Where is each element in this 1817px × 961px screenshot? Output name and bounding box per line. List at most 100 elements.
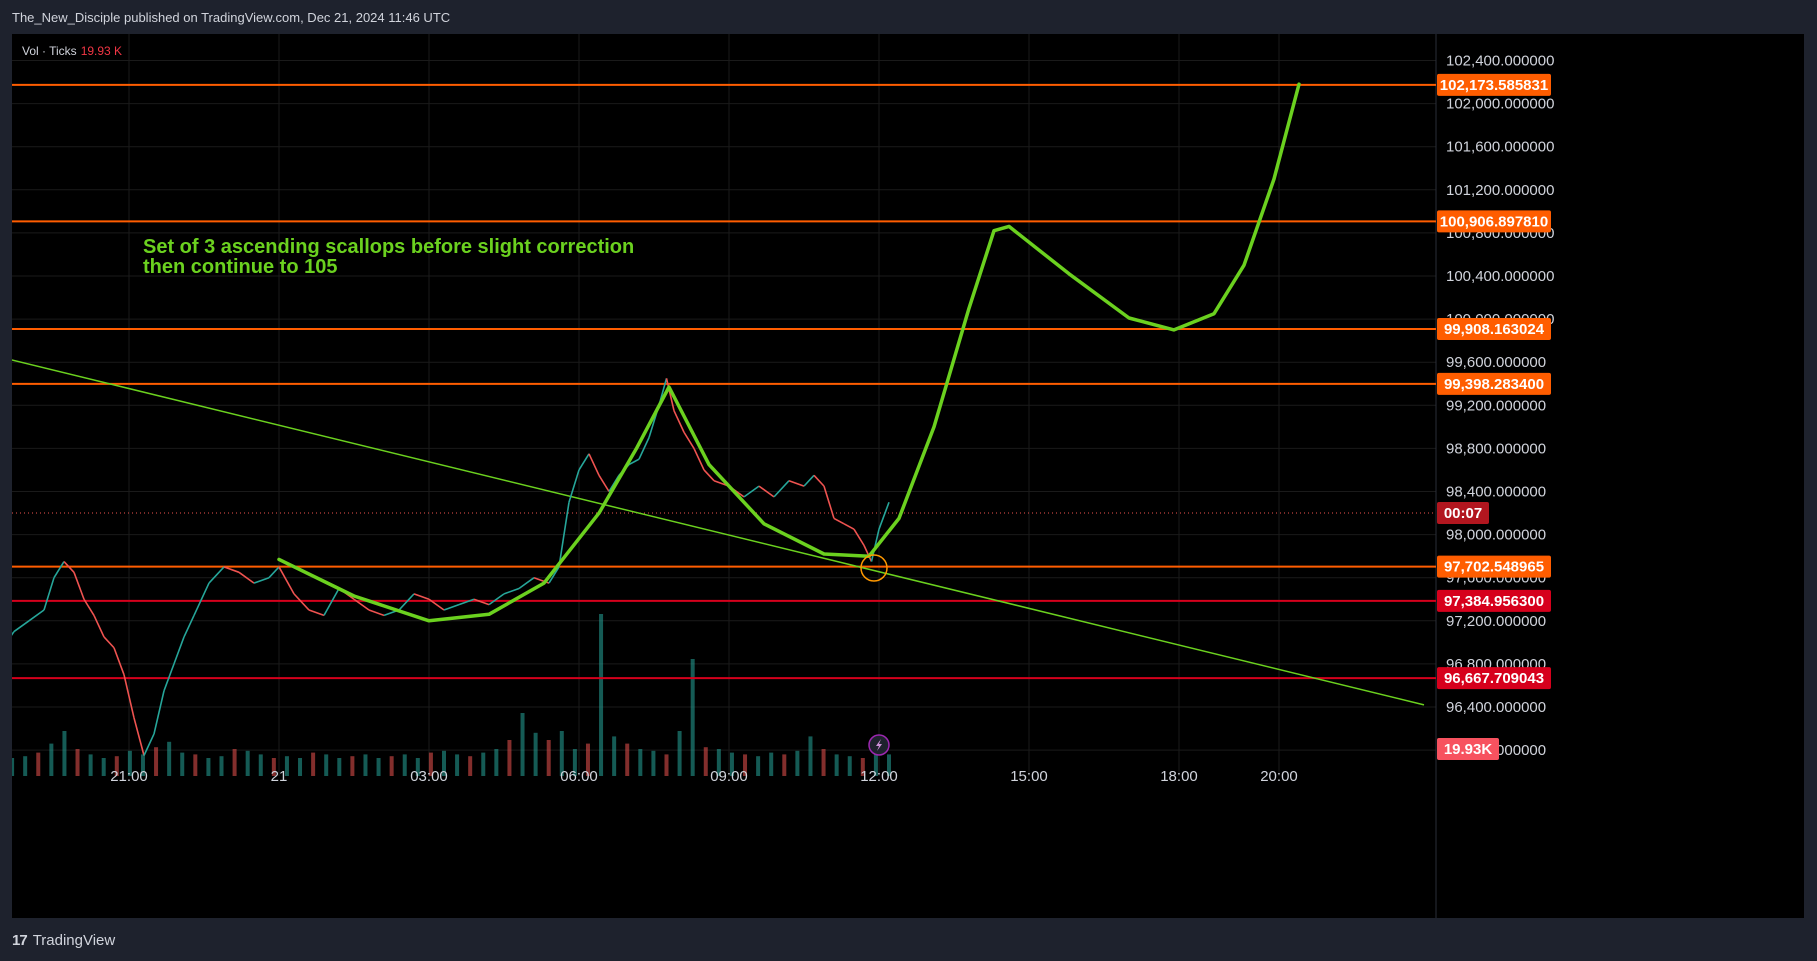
- volume-bar: [311, 752, 316, 776]
- grid: [12, 34, 1437, 918]
- price-segment: [28, 609, 45, 622]
- price-tick-label: 96,400.000000: [1446, 699, 1546, 716]
- tradingview-brand[interactable]: 17 TradingView: [12, 932, 115, 949]
- volume-bar: [834, 754, 839, 776]
- price-segment: [193, 582, 210, 616]
- volume-bar: [520, 713, 525, 776]
- volume-bar: [638, 749, 643, 776]
- volume-bar: [36, 752, 41, 776]
- volume-legend[interactable]: Vol · Ticks 19.93 K: [22, 44, 122, 58]
- price-segment: [843, 523, 855, 530]
- price-tag-label: 100,906.897810: [1440, 213, 1548, 230]
- brand-name: TradingView: [32, 932, 116, 949]
- time-tick-label: 15:00: [1010, 768, 1048, 785]
- price-segment: [413, 593, 430, 601]
- horizontal-levels: [12, 83, 1436, 680]
- price-segment: [308, 609, 325, 617]
- price-segment: [503, 587, 520, 595]
- price-tick-label: 99,600.000000: [1446, 354, 1546, 371]
- publish-info: The_New_Disciple published on TradingVie…: [12, 10, 451, 25]
- volume-bar: [782, 754, 787, 776]
- price-segment: [588, 453, 600, 476]
- annotation-line: then continue to 105: [143, 256, 337, 278]
- volume-bar: [245, 750, 250, 776]
- price-segment: [398, 593, 415, 611]
- price-segment: [703, 469, 715, 482]
- price-tag-label: 97,384.956300: [1444, 593, 1544, 610]
- volume-bar: [703, 747, 708, 776]
- price-segment: [598, 474, 610, 492]
- volume-bar: [154, 747, 159, 776]
- volume-legend-value: 19.93 K: [80, 44, 123, 58]
- volume-bar: [402, 754, 407, 776]
- volume-bar: [455, 754, 460, 776]
- price-segment: [143, 733, 155, 756]
- price-segment: [853, 528, 865, 546]
- time-tick-label: 20:00: [1260, 768, 1298, 785]
- price-segment: [278, 566, 295, 595]
- price-segment: [223, 566, 240, 574]
- price-segment: [878, 501, 890, 530]
- price-tag-label: 102,173.585831: [1440, 77, 1548, 94]
- volume-bar: [258, 754, 263, 776]
- price-tick-label: 98,000.000000: [1446, 527, 1546, 544]
- price-segment: [253, 576, 270, 584]
- volume-bar: [12, 758, 15, 776]
- price-segment: [813, 474, 825, 487]
- price-tag-label: 99,398.283400: [1444, 376, 1544, 393]
- volume-bar: [363, 754, 368, 776]
- price-tick-label: 102,400.000000: [1446, 53, 1554, 70]
- tradingview-logo-icon: 17: [12, 932, 28, 949]
- volume-bar: [847, 756, 852, 776]
- price-segment: [518, 577, 535, 590]
- volume-tag-label: 19.93K: [1444, 741, 1493, 758]
- volume-bar: [677, 731, 682, 776]
- price-segment: [208, 566, 225, 584]
- price-segment: [12, 631, 15, 636]
- price-tag-label: 96,667.709043: [1444, 670, 1544, 687]
- volume-bar: [756, 756, 761, 776]
- price-segment: [443, 603, 460, 611]
- price-segment: [833, 517, 845, 525]
- volume-bar: [808, 736, 813, 776]
- volume-bars: [12, 614, 891, 776]
- volume-bar: [533, 732, 538, 776]
- time-tick-label: 12:00: [860, 768, 898, 785]
- price-segment: [43, 577, 55, 611]
- price-chart[interactable]: Set of 3 ascending scallops before sligh…: [12, 34, 1804, 918]
- price-tag-label: 99,908.163024: [1444, 321, 1545, 338]
- price-segment: [323, 588, 340, 616]
- volume-bar: [690, 659, 695, 776]
- price-segment: [73, 572, 85, 600]
- time-tick-label: 21:00: [110, 768, 148, 785]
- time-tick-label: 06:00: [560, 768, 598, 785]
- price-segment: [53, 561, 65, 579]
- countdown-tag-label: 00:07: [1444, 505, 1482, 522]
- volume-bar: [625, 743, 630, 776]
- volume-bar: [795, 750, 800, 776]
- scallop-projection-path: [277, 82, 1301, 623]
- price-tick-label: 97,200.000000: [1446, 613, 1546, 630]
- volume-bar: [167, 741, 172, 776]
- volume-bar: [62, 731, 67, 776]
- price-segment: [788, 479, 805, 487]
- volume-bar: [232, 749, 237, 776]
- volume-bar: [494, 749, 499, 776]
- time-tick-label: 09:00: [710, 768, 748, 785]
- volume-bar: [298, 758, 303, 776]
- time-tick-label: 21: [271, 768, 288, 785]
- volume-bar: [389, 756, 394, 776]
- price-segment: [173, 636, 185, 665]
- footer-bar: 17 TradingView: [0, 918, 1817, 961]
- time-tick-label: 18:00: [1160, 768, 1198, 785]
- volume-bar: [49, 743, 54, 776]
- price-axis: 102,400.000000 102,000.000000 101,600.0000…: [1446, 53, 1554, 760]
- price-segment: [153, 690, 165, 735]
- volume-bar: [75, 749, 80, 776]
- price-segment: [183, 615, 195, 638]
- volume-bar: [88, 754, 93, 776]
- price-segment: [93, 615, 105, 638]
- price-segment: [293, 593, 310, 611]
- volume-bar: [180, 752, 185, 776]
- volume-bar: [481, 752, 486, 776]
